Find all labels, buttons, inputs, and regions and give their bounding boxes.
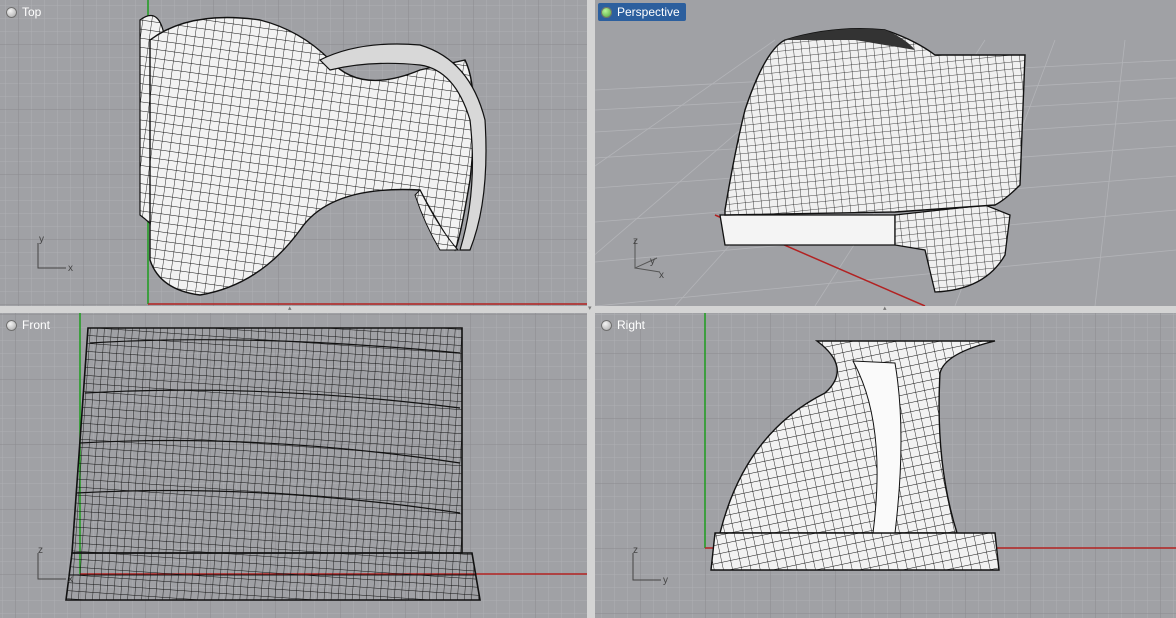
viewport-top[interactable]: y x Top (0, 0, 587, 306)
gizmo-axis-1: z (633, 236, 638, 247)
viewport-title: Top (22, 5, 42, 19)
gizmo-axis-3: x (659, 270, 664, 281)
viewport-perspective-canvas[interactable]: z y x (595, 0, 1176, 306)
gizmo-axis-1: y (39, 234, 44, 245)
viewport-right[interactable]: z y Right (595, 313, 1176, 618)
viewport-title: Perspective (617, 5, 680, 19)
gizmo-axis-1: z (38, 545, 43, 556)
viewport-splitter-horizontal[interactable]: ▴ ▾ ▴ (0, 305, 1176, 313)
viewport-right-canvas[interactable]: z y (595, 313, 1176, 618)
gizmo-axis-2: x (68, 263, 73, 274)
viewport-perspective[interactable]: z y x Perspective (595, 0, 1176, 306)
viewport-label-right[interactable]: Right (598, 316, 651, 334)
mesh-front-view[interactable] (65, 327, 481, 601)
viewport-menu-dot-icon[interactable] (601, 6, 612, 18)
gizmo-axis-2: y (663, 575, 668, 586)
viewport-label-perspective[interactable]: Perspective (598, 3, 686, 21)
gizmo-axis-2: y (650, 256, 655, 267)
splitter-handle-icon[interactable]: ▾ (588, 305, 594, 312)
viewport-menu-dot-icon[interactable] (6, 6, 17, 18)
gizmo-axis-2: x (68, 574, 73, 585)
viewport-title: Right (617, 318, 646, 332)
viewport-label-front[interactable]: Front (3, 316, 56, 334)
splitter-handle-icon[interactable]: ▴ (288, 305, 294, 312)
gizmo-axis-1: z (633, 545, 638, 556)
axis-gizmo (634, 240, 661, 273)
viewport-menu-dot-icon[interactable] (6, 319, 17, 331)
viewport-front-canvas[interactable]: z x (0, 313, 587, 618)
viewport-title: Front (22, 318, 51, 332)
viewport-label-top[interactable]: Top (3, 3, 47, 21)
viewport-front[interactable]: z x Front (0, 313, 587, 618)
splitter-handle-icon[interactable]: ▴ (883, 305, 889, 312)
viewport-menu-dot-icon[interactable] (601, 319, 612, 331)
viewport-top-canvas[interactable]: y x (0, 0, 587, 306)
mesh-perspective-view[interactable] (719, 28, 1026, 293)
